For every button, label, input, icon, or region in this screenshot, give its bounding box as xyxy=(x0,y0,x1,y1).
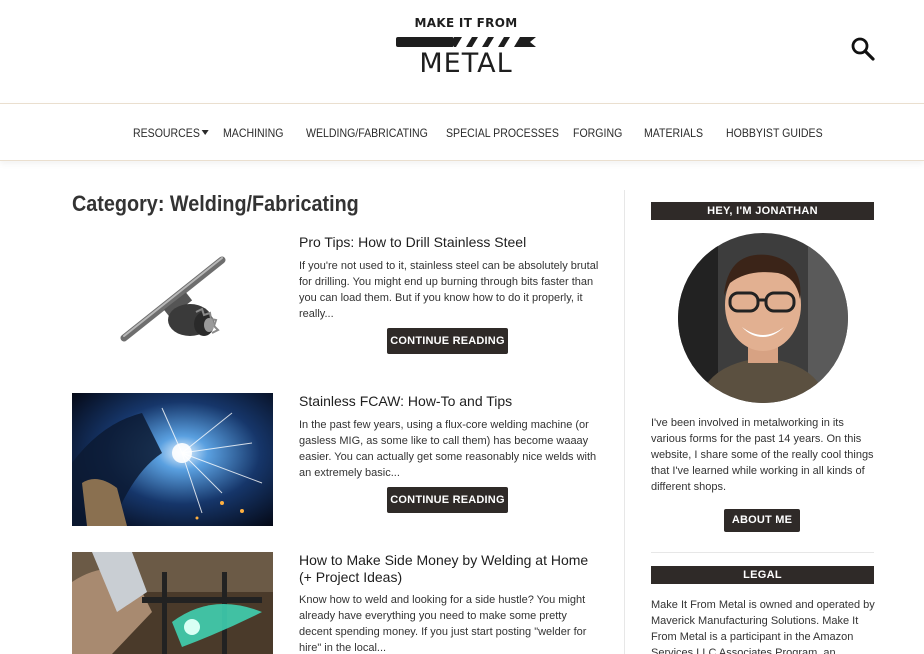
post-thumbnail[interactable] xyxy=(72,552,273,654)
main-navigation: RESOURCES MACHINING WELDING/FABRICATING … xyxy=(0,103,924,161)
content-sidebar-divider xyxy=(624,190,625,654)
nav-item-materials[interactable]: MATERIALS xyxy=(644,126,703,140)
drill-chuck-key-image xyxy=(72,234,273,367)
legal-text: Make It From Metal is owned and operated… xyxy=(651,599,875,654)
post-thumbnail[interactable] xyxy=(72,234,273,367)
nav-item-label: RESOURCES xyxy=(133,126,200,140)
nav-item-hobbyist-guides[interactable]: HOBBYIST GUIDES xyxy=(726,126,823,140)
site-logo[interactable]: MAKE IT FROM METAL xyxy=(394,16,538,80)
post-excerpt: If you're not used to it, stainless stee… xyxy=(299,260,599,320)
post-content: Stainless FCAW: How-To and Tips In the p… xyxy=(299,393,599,481)
chevron-down-icon xyxy=(201,130,209,135)
nav-item-machining[interactable]: MACHINING xyxy=(223,126,283,140)
continue-reading-button[interactable]: CONTINUE READING xyxy=(387,487,508,513)
site-header: MAKE IT FROM METAL xyxy=(0,0,924,103)
post-excerpt: Know how to weld and looking for a side … xyxy=(299,594,587,654)
page-title: Category: Welding/Fabricating xyxy=(72,191,359,216)
search-button[interactable] xyxy=(850,36,876,62)
post-item: Pro Tips: How to Drill Stainless Steel I… xyxy=(72,234,602,367)
about-heading: HEY, I'M JONATHAN xyxy=(651,202,874,220)
post-content: How to Make Side Money by Welding at Hom… xyxy=(299,552,599,654)
legal-heading: LEGAL xyxy=(651,566,874,584)
nav-item-special-processes[interactable]: SPECIAL PROCESSES xyxy=(446,126,559,140)
post-title[interactable]: How to Make Side Money by Welding at Hom… xyxy=(299,552,599,586)
author-photo xyxy=(678,233,848,403)
logo-drill-bit-graphic xyxy=(396,37,536,47)
logo-top-text: MAKE IT FROM xyxy=(414,16,518,30)
welding-at-home-image xyxy=(72,552,273,654)
continue-reading-button[interactable]: CONTINUE READING xyxy=(387,328,508,354)
author-avatar xyxy=(678,233,848,403)
post-title[interactable]: Pro Tips: How to Drill Stainless Steel xyxy=(299,234,599,251)
search-icon xyxy=(851,37,875,61)
about-me-button[interactable]: ABOUT ME xyxy=(724,509,800,532)
post-item: Stainless FCAW: How-To and Tips In the p… xyxy=(72,393,602,526)
welder-sparks-image xyxy=(72,393,273,526)
post-title[interactable]: Stainless FCAW: How-To and Tips xyxy=(299,393,599,410)
nav-item-welding-fabricating[interactable]: WELDING/FABRICATING xyxy=(306,126,428,140)
logo-bottom-text: METAL xyxy=(419,48,513,79)
about-text: I've been involved in metalworking in it… xyxy=(651,417,874,493)
post-excerpt: In the past few years, using a flux-core… xyxy=(299,419,597,479)
post-content: Pro Tips: How to Drill Stainless Steel I… xyxy=(299,234,599,322)
nav-item-resources[interactable]: RESOURCES xyxy=(133,126,209,140)
sidebar-divider xyxy=(651,552,874,553)
post-thumbnail[interactable] xyxy=(72,393,273,526)
post-item: How to Make Side Money by Welding at Hom… xyxy=(72,552,602,654)
nav-item-forging[interactable]: FORGING xyxy=(573,126,622,140)
